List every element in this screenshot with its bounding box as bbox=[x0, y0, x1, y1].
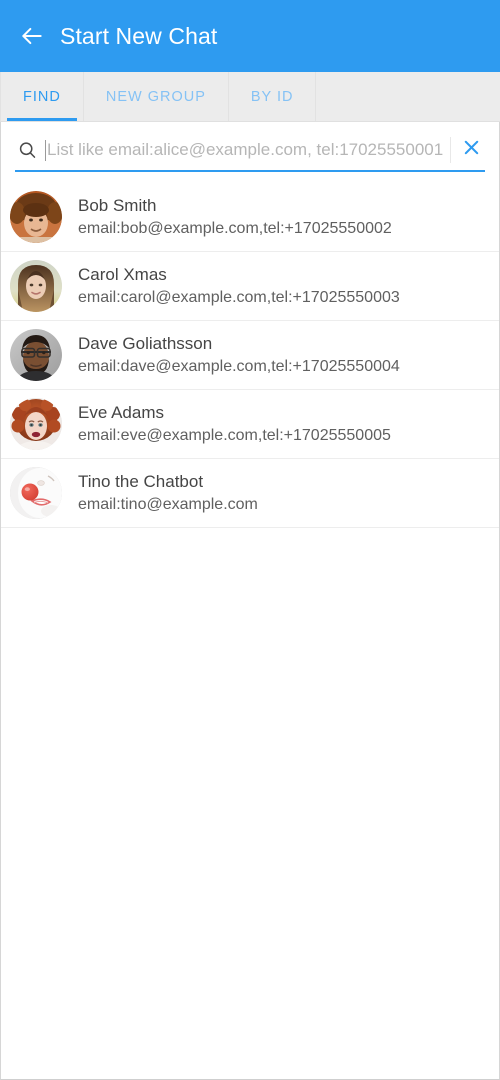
tab-new-group[interactable]: NEW GROUP bbox=[82, 72, 229, 121]
tab-bar-filler bbox=[316, 72, 500, 121]
contact-name: Bob Smith bbox=[78, 195, 157, 215]
search-row bbox=[15, 136, 485, 172]
text-caret bbox=[45, 139, 46, 161]
arrow-left-icon bbox=[19, 23, 45, 49]
search-field[interactable] bbox=[45, 137, 451, 163]
close-icon bbox=[461, 137, 482, 163]
photo-man-glasses-beard-icon bbox=[10, 329, 62, 381]
contact-text: Eve Adams email:eve@example.com,tel:+170… bbox=[78, 402, 391, 447]
contact-name: Dave Goliathsson bbox=[78, 333, 213, 353]
search-bar bbox=[1, 122, 499, 172]
search-input[interactable] bbox=[47, 138, 444, 162]
tab-bar: FIND NEW GROUP BY ID bbox=[0, 72, 500, 122]
contact-row-eve-adams[interactable]: Eve Adams email:eve@example.com,tel:+170… bbox=[1, 390, 499, 459]
search-icon bbox=[15, 138, 39, 162]
avatar bbox=[10, 260, 62, 312]
avatar bbox=[10, 467, 62, 519]
contact-name: Carol Xmas bbox=[78, 264, 167, 284]
contact-detail: email:eve@example.com,tel:+17025550005 bbox=[78, 426, 391, 444]
contact-name: Tino the Chatbot bbox=[78, 471, 204, 491]
back-button[interactable] bbox=[18, 22, 46, 50]
photo-clown-red-nose-icon bbox=[10, 467, 62, 519]
photo-man-fur-hat-icon bbox=[10, 191, 62, 243]
contact-text: Bob Smith email:bob@example.com,tel:+170… bbox=[78, 195, 392, 240]
tab-by-id-label: BY ID bbox=[250, 88, 294, 105]
contact-row-carol-xmas[interactable]: Carol Xmas email:carol@example.com,tel:+… bbox=[1, 252, 499, 321]
tab-new-group-label: NEW GROUP bbox=[105, 88, 206, 105]
photo-woman-red-curly-hair-icon bbox=[10, 398, 62, 450]
page-title: Start New Chat bbox=[60, 22, 218, 49]
contact-detail: email:bob@example.com,tel:+17025550002 bbox=[78, 219, 392, 237]
tab-find-label: FIND bbox=[23, 88, 61, 105]
avatar bbox=[10, 398, 62, 450]
content-area: Bob Smith email:bob@example.com,tel:+170… bbox=[0, 122, 500, 1080]
clear-search-button[interactable] bbox=[457, 136, 485, 164]
contact-text: Tino the Chatbot email:tino@example.com bbox=[78, 471, 258, 516]
contact-detail: email:dave@example.com,tel:+17025550004 bbox=[78, 357, 400, 375]
app-window: Start New Chat FIND NEW GROUP BY ID List… bbox=[0, 0, 500, 1080]
contact-detail: email:tino@example.com bbox=[78, 495, 258, 513]
contact-row-bob-smith[interactable]: Bob Smith email:bob@example.com,tel:+170… bbox=[1, 183, 499, 252]
contact-row-dave-goliathsson[interactable]: Dave Goliathsson email:dave@example.com,… bbox=[1, 321, 499, 390]
photo-woman-long-hair-icon bbox=[10, 260, 62, 312]
contact-text: Carol Xmas email:carol@example.com,tel:+… bbox=[78, 264, 400, 309]
avatar bbox=[10, 329, 62, 381]
tab-by-id[interactable]: BY ID bbox=[227, 72, 317, 121]
app-bar: Start New Chat bbox=[0, 0, 500, 72]
avatar bbox=[10, 191, 62, 243]
contact-list: Bob Smith email:bob@example.com,tel:+170… bbox=[1, 183, 499, 1079]
contact-name: Eve Adams bbox=[78, 402, 164, 422]
contact-text: Dave Goliathsson email:dave@example.com,… bbox=[78, 333, 400, 378]
contact-row-tino-the-chatbot[interactable]: Tino the Chatbot email:tino@example.com bbox=[1, 459, 499, 528]
tab-find[interactable]: FIND bbox=[0, 72, 84, 121]
contact-detail: email:carol@example.com,tel:+17025550003 bbox=[78, 288, 400, 306]
